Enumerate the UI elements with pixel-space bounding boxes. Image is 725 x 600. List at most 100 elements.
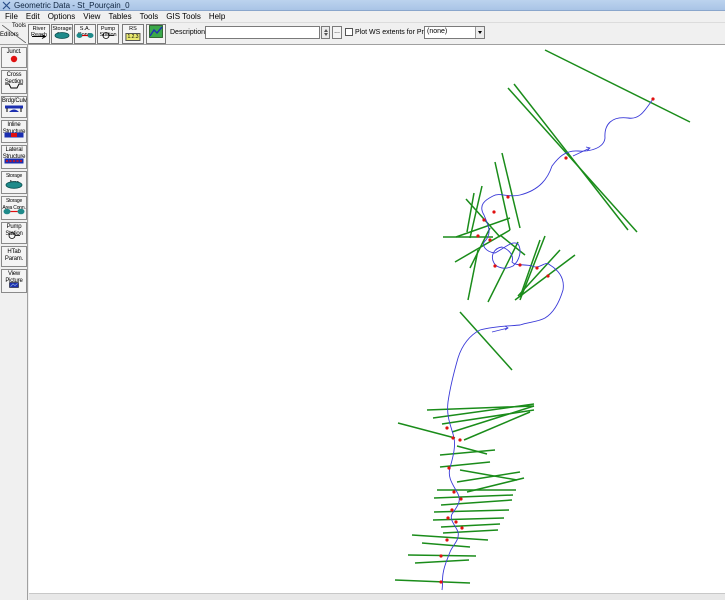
description-spinner[interactable]	[321, 26, 330, 39]
editor-palette: Junct. Cross Section Brdg/Culv Inline St…	[0, 45, 28, 600]
rs-button[interactable]: RS 1.2.3	[122, 24, 144, 44]
cross-section-line[interactable]	[441, 409, 535, 425]
pump-station-button[interactable]: Pump Station	[97, 24, 119, 44]
view-picture-icon	[9, 281, 19, 290]
menu-file[interactable]: File	[2, 11, 23, 23]
profile-value: (none)	[427, 28, 448, 35]
cross-section-line[interactable]	[411, 534, 489, 541]
menu-tables[interactable]: Tables	[105, 11, 136, 23]
bridge-culvert-button[interactable]: Brdg/Culv	[1, 96, 27, 118]
lateral-structure-button[interactable]: Lateral Structure	[1, 145, 27, 169]
river-reach-button[interactable]: River Reach	[28, 24, 50, 44]
cross-section-line[interactable]	[544, 49, 691, 123]
bank-station-marker	[445, 426, 449, 430]
bank-station-marker	[439, 580, 443, 584]
menu-tools[interactable]: Tools	[137, 11, 164, 23]
cross-section-icon	[4, 82, 24, 91]
storage-area-icon	[5, 181, 23, 191]
lateral-structure-icon	[4, 157, 24, 166]
menu-view[interactable]: View	[80, 11, 105, 23]
inline-structure-button[interactable]: Inline Structure	[1, 120, 27, 143]
junction-icon	[10, 55, 18, 65]
cross-section-line[interactable]	[514, 254, 576, 301]
cross-section-line[interactable]	[440, 499, 513, 506]
menu-edit[interactable]: Edit	[23, 11, 45, 23]
htab-param-button[interactable]: HTab Param.	[1, 246, 27, 267]
cross-section-line[interactable]	[439, 461, 491, 468]
cross-section-line[interactable]	[517, 249, 561, 297]
storage-area-button[interactable]: Storage Area	[51, 24, 73, 44]
storage-area-palette-button[interactable]: Storage Area	[1, 171, 27, 194]
menu-bar: File Edit Options View Tables Tools GIS …	[0, 11, 725, 23]
sa-conn-button[interactable]: S.A. Conn.	[74, 24, 96, 44]
cross-section-line[interactable]	[442, 529, 499, 534]
bank-station-marker	[476, 234, 480, 238]
menu-options[interactable]: Options	[45, 11, 81, 23]
profile-dropdown[interactable]: (none)	[424, 26, 485, 39]
bank-station-marker	[482, 218, 486, 222]
bank-station-marker	[460, 526, 464, 530]
description-input[interactable]	[205, 26, 320, 39]
cross-section-line[interactable]	[397, 422, 456, 439]
bank-station-marker	[458, 438, 462, 442]
storage-area-conn-button[interactable]: Storage Area Conn.	[1, 196, 27, 220]
pump-station-icon	[7, 232, 21, 241]
schematic-canvas[interactable]	[29, 45, 725, 593]
storage-area-icon	[54, 32, 70, 41]
chevron-down-icon[interactable]	[475, 27, 484, 38]
cross-section-line[interactable]	[414, 559, 470, 564]
horizontal-scrollbar[interactable]	[29, 593, 725, 600]
bank-station-marker	[546, 274, 550, 278]
bank-station-marker	[459, 497, 463, 501]
view-picture-button[interactable]: View Picture	[1, 269, 27, 293]
river-schematic[interactable]	[29, 45, 725, 593]
gis-map-button[interactable]	[146, 24, 166, 44]
menu-gis-tools[interactable]: GIS Tools	[163, 11, 206, 23]
cross-section-line[interactable]	[433, 509, 510, 513]
bank-station-marker	[506, 195, 510, 199]
tools-editors-header: Tools Editors	[0, 23, 27, 45]
htab-param-label: HTab Param.	[4, 249, 24, 262]
bank-station-marker	[564, 156, 568, 160]
bank-station-marker	[651, 97, 655, 101]
cross-section-line[interactable]	[433, 494, 514, 499]
title-bar: Geometric Data - St_Pourçain_0	[0, 0, 725, 11]
cross-section-line[interactable]	[459, 311, 513, 371]
cross-section-line[interactable]	[456, 471, 521, 483]
description-more-button[interactable]: ...	[332, 26, 342, 39]
cross-section-line[interactable]	[513, 83, 629, 231]
sa-connection-icon	[76, 32, 94, 41]
editors-label: Editors	[0, 32, 19, 38]
bank-station-marker	[488, 238, 492, 242]
cross-section-button[interactable]: Cross Section	[1, 70, 27, 94]
bank-station-marker	[446, 516, 450, 520]
bridge-culvert-icon	[4, 105, 24, 115]
river-reach-line[interactable]	[441, 98, 654, 591]
bank-station-marker	[493, 264, 497, 268]
app-icon	[2, 1, 11, 10]
cross-section-line[interactable]	[440, 523, 501, 528]
plot-ws-checkbox[interactable]	[345, 28, 353, 36]
bank-station-marker	[452, 490, 456, 494]
bank-station-marker	[535, 266, 539, 270]
cross-section-line[interactable]	[467, 249, 479, 301]
cross-section-line[interactable]	[432, 517, 505, 521]
inline-structure-icon	[4, 131, 24, 140]
description-label: Description :	[170, 29, 209, 36]
pump-station-palette-button[interactable]: Pump Station	[1, 222, 27, 244]
bank-station-marker	[451, 436, 455, 440]
gis-map-icon	[149, 25, 163, 40]
bank-station-marker	[447, 466, 451, 470]
junction-button[interactable]: Junct.	[1, 47, 27, 68]
menu-help[interactable]: Help	[206, 11, 230, 23]
cross-section-line[interactable]	[394, 579, 471, 584]
cross-sections	[394, 49, 691, 584]
rs-label: RS	[129, 26, 137, 32]
bank-station-marker	[518, 263, 522, 267]
cross-section-line[interactable]	[459, 469, 518, 481]
cross-section-line[interactable]	[421, 542, 471, 548]
bank-station-marker	[450, 508, 454, 512]
cross-section-line[interactable]	[501, 152, 521, 229]
geometric-data-window: Geometric Data - St_Pourçain_0 File Edit…	[0, 0, 725, 600]
cross-section-line[interactable]	[487, 241, 519, 303]
